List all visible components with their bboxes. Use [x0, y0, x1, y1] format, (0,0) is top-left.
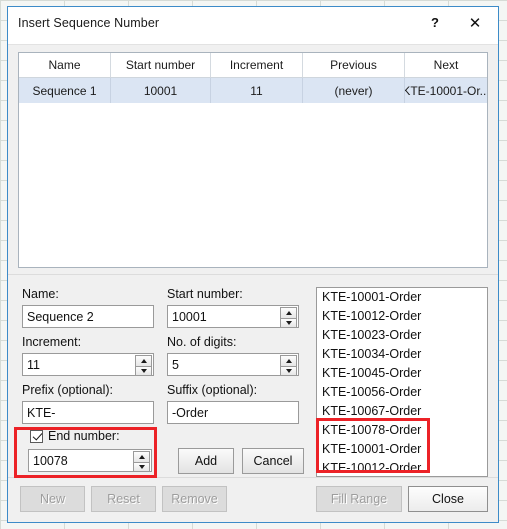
start-number-spinner-up[interactable]: [280, 307, 297, 318]
chevron-up-icon: [285, 358, 292, 363]
list-item[interactable]: KTE-10056-Order: [317, 383, 487, 402]
remove-button[interactable]: Remove: [162, 486, 227, 512]
digits-spinner[interactable]: [280, 355, 297, 375]
end-number-checkbox[interactable]: [30, 429, 43, 443]
close-icon[interactable]: ✕: [452, 7, 498, 38]
start-number-label: Start number:: [167, 287, 243, 301]
list-item[interactable]: KTE-10023-Order: [317, 326, 487, 345]
end-number-spinner-down[interactable]: [133, 461, 150, 471]
cell-increment: 11: [211, 78, 303, 103]
digits-spinner-up[interactable]: [280, 355, 297, 366]
digits-label: No. of digits:: [167, 335, 237, 349]
digits-input-value: 5: [172, 357, 179, 372]
increment-input-value: 11: [27, 357, 40, 372]
list-item[interactable]: KTE-10012-Order: [317, 459, 487, 476]
new-button[interactable]: New: [20, 486, 85, 512]
dialog-footer: New Reset Remove Fill Range Close: [8, 477, 498, 522]
increment-spinner-down[interactable]: [135, 365, 152, 375]
column-header-increment[interactable]: Increment: [211, 53, 303, 77]
name-label: Name:: [22, 287, 59, 301]
increment-input[interactable]: 11: [22, 353, 154, 376]
end-number-checkbox-row[interactable]: End number:: [30, 429, 120, 443]
sequence-form-panel: Name: Sequence 2 Increment: 11 Prefix (o…: [8, 274, 498, 522]
increment-label: Increment:: [22, 335, 82, 349]
column-header-start-number[interactable]: Start number: [111, 53, 211, 77]
digits-input[interactable]: 5: [167, 353, 299, 376]
fill-range-button[interactable]: Fill Range: [316, 486, 402, 512]
increment-spinner[interactable]: [135, 355, 152, 375]
end-number-input[interactable]: 10078: [28, 449, 152, 472]
name-input[interactable]: Sequence 2: [22, 305, 154, 328]
increment-spinner-up[interactable]: [135, 355, 152, 366]
prefix-input[interactable]: KTE-: [22, 401, 154, 424]
titlebar-buttons: ? ✕: [418, 7, 498, 38]
titlebar-separator: [8, 38, 498, 45]
insert-sequence-number-dialog: Insert Sequence Number ? ✕ Name Start nu…: [7, 6, 499, 523]
list-item[interactable]: KTE-10045-Order: [317, 364, 487, 383]
list-item[interactable]: KTE-10067-Order: [317, 402, 487, 421]
column-header-next[interactable]: Next: [405, 53, 487, 77]
cancel-button[interactable]: Cancel: [242, 448, 304, 474]
start-number-input-value: 10001: [172, 309, 207, 324]
help-icon[interactable]: ?: [418, 7, 452, 38]
sequence-table[interactable]: Name Start number Increment Previous Nex…: [18, 52, 488, 268]
end-number-label: End number:: [48, 429, 120, 443]
start-number-spinner[interactable]: [280, 307, 297, 327]
chevron-down-icon: [140, 368, 147, 373]
list-item[interactable]: KTE-10034-Order: [317, 345, 487, 364]
prefix-label: Prefix (optional):: [22, 383, 114, 397]
table-header-row: Name Start number Increment Previous Nex…: [19, 53, 487, 78]
reset-button[interactable]: Reset: [91, 486, 156, 512]
suffix-label: Suffix (optional):: [167, 383, 258, 397]
chevron-down-icon: [285, 368, 292, 373]
list-item[interactable]: KTE-10001-Order: [317, 440, 487, 459]
chevron-down-icon: [285, 320, 292, 325]
start-number-input[interactable]: 10001: [167, 305, 299, 328]
suffix-input[interactable]: -Order: [167, 401, 299, 424]
dialog-titlebar: Insert Sequence Number ? ✕: [8, 7, 498, 38]
chevron-up-icon: [285, 310, 292, 315]
column-header-name[interactable]: Name: [19, 53, 111, 77]
list-item[interactable]: KTE-10012-Order: [317, 307, 487, 326]
chevron-down-icon: [138, 464, 145, 469]
chevron-up-icon: [140, 358, 147, 363]
list-item[interactable]: KTE-10078-Order: [317, 421, 487, 440]
cell-name: Sequence 1: [19, 78, 111, 103]
end-number-input-value: 10078: [33, 453, 68, 468]
digits-spinner-down[interactable]: [280, 365, 297, 375]
chevron-up-icon: [138, 454, 145, 459]
table-row[interactable]: Sequence 1 10001 11 (never) KTE-10001-Or…: [19, 78, 487, 103]
dialog-title: Insert Sequence Number: [18, 15, 160, 30]
end-number-spinner-up[interactable]: [133, 451, 150, 462]
list-item[interactable]: KTE-10001-Order: [317, 288, 487, 307]
sequence-table-area: Name Start number Increment Previous Nex…: [8, 45, 498, 268]
close-button[interactable]: Close: [408, 486, 488, 512]
column-header-previous[interactable]: Previous: [303, 53, 405, 77]
end-number-spinner[interactable]: [133, 451, 150, 471]
cell-previous: (never): [303, 78, 405, 103]
start-number-spinner-down[interactable]: [280, 317, 297, 327]
cell-start-number: 10001: [111, 78, 211, 103]
preview-list[interactable]: KTE-10001-Order KTE-10012-Order KTE-1002…: [316, 287, 488, 477]
add-button[interactable]: Add: [178, 448, 234, 474]
cell-next: KTE-10001-Or...: [405, 83, 487, 98]
